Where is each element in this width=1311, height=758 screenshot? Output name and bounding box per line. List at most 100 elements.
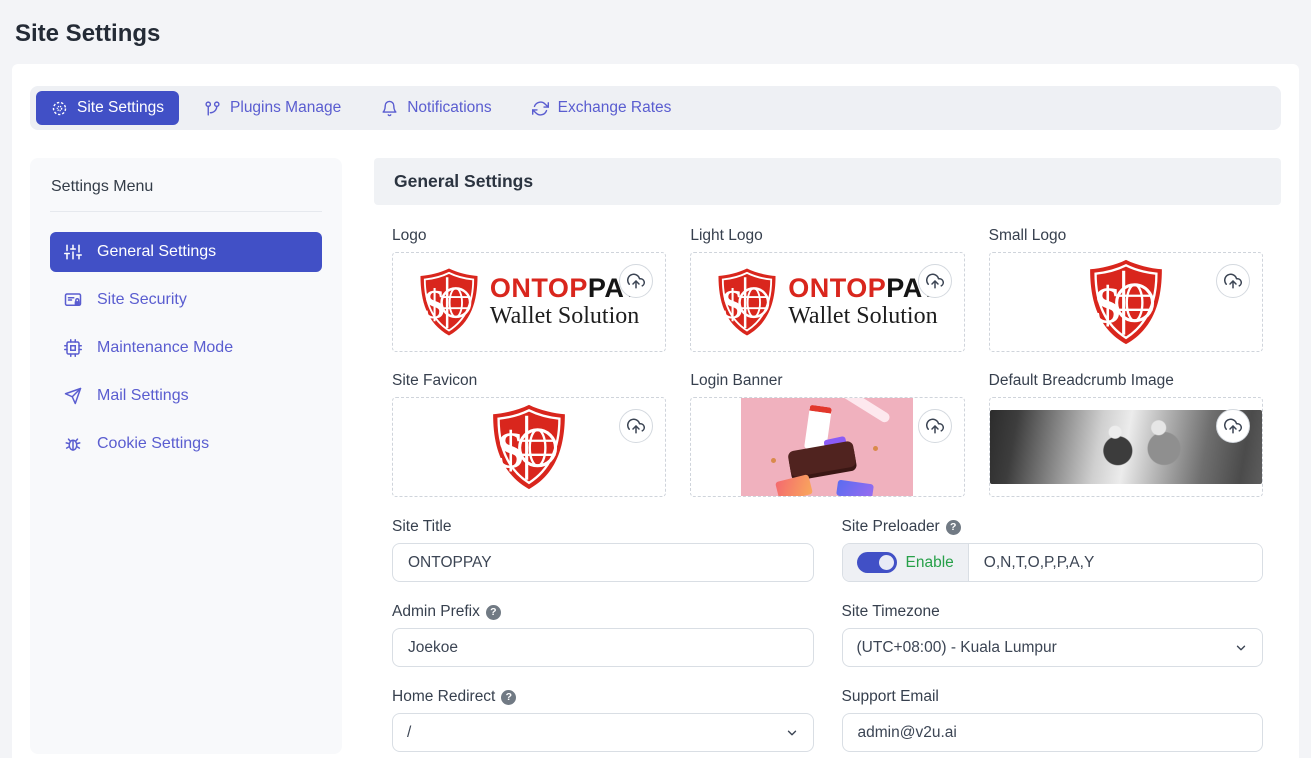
toggle-label: Enable: [906, 554, 954, 572]
sidebar-item-general-settings[interactable]: General Settings: [50, 232, 322, 272]
settings-sidebar: Settings Menu General Settings: [30, 158, 342, 754]
upload-button[interactable]: [619, 409, 653, 443]
logo-image: $ ONTOPPAY Wallet Solution: [418, 266, 641, 338]
tab-site-settings[interactable]: Site Settings: [36, 91, 179, 125]
help-icon: [486, 605, 501, 620]
panel-title: General Settings: [374, 158, 1281, 205]
sidebar-item-label: Site Security: [97, 291, 187, 309]
home-redirect-select[interactable]: /: [392, 713, 814, 752]
sidebar-item-label: Maintenance Mode: [97, 339, 233, 357]
sidebar-item-label: General Settings: [97, 243, 216, 261]
upload-button[interactable]: [1216, 264, 1250, 298]
site-title-input[interactable]: [392, 543, 814, 582]
breadcrumb-upload-dropzone[interactable]: [989, 397, 1263, 497]
upload-cloud-icon: [926, 272, 944, 290]
field-support-email: Support Email: [842, 688, 1264, 752]
upload-field-light-logo: Light Logo: [690, 227, 964, 352]
upload-cloud-icon: [627, 272, 645, 290]
logo-upload-dropzone[interactable]: $ ONTOPPAY Wallet Solution: [392, 252, 666, 352]
git-branch-icon: [204, 100, 221, 117]
field-site-timezone: Site Timezone (UTC+08:00) - Kuala Lumpur: [842, 603, 1264, 667]
support-email-input[interactable]: [842, 713, 1264, 752]
upload-label: Login Banner: [690, 372, 964, 390]
favicon-upload-dropzone[interactable]: $: [392, 397, 666, 497]
upload-field-login-banner: Login Banner: [690, 372, 964, 497]
upload-button[interactable]: [918, 409, 952, 443]
chevron-down-icon: [1234, 641, 1248, 655]
tab-label: Site Settings: [77, 99, 164, 117]
upload-field-small-logo: Small Logo: [989, 227, 1263, 352]
sidebar-item-mail-settings[interactable]: Mail Settings: [50, 376, 322, 416]
field-label: Home Redirect: [392, 688, 495, 706]
sidebar-item-label: Mail Settings: [97, 387, 189, 405]
preloader-text-input[interactable]: [969, 544, 1262, 581]
field-home-redirect: Home Redirect /: [392, 688, 814, 752]
exchange-icon: [532, 100, 549, 117]
field-admin-prefix: Admin Prefix: [392, 603, 814, 667]
tab-notifications[interactable]: Notifications: [366, 91, 506, 125]
page-title: Site Settings: [0, 0, 1311, 64]
selected-option: /: [407, 724, 411, 742]
sidebar-item-maintenance-mode[interactable]: Maintenance Mode: [50, 328, 322, 368]
sidebar-item-site-security[interactable]: Site Security: [50, 280, 322, 320]
field-site-preloader: Site Preloader Enable: [842, 518, 1264, 582]
brand-wordmark: ONTOPPAY: [788, 274, 939, 302]
upload-button[interactable]: [619, 264, 653, 298]
settings-tabbar: Site Settings Plugins Manage Notificatio…: [30, 86, 1281, 130]
upload-cloud-icon: [926, 417, 944, 435]
gear-icon: [51, 100, 68, 117]
small-logo-upload-dropzone[interactable]: $: [989, 252, 1263, 352]
upload-button[interactable]: [1216, 409, 1250, 443]
tab-plugins-manage[interactable]: Plugins Manage: [189, 91, 356, 125]
sidebar-item-label: Cookie Settings: [97, 435, 209, 453]
upload-cloud-icon: [1224, 417, 1242, 435]
login-banner-image: [741, 398, 913, 496]
upload-label: Light Logo: [690, 227, 964, 245]
chevron-down-icon: [785, 726, 799, 740]
brand-tagline: Wallet Solution: [788, 303, 939, 330]
bug-icon: [64, 435, 82, 453]
field-site-title: Site Title: [392, 518, 814, 582]
tab-label: Plugins Manage: [230, 99, 341, 117]
site-preloader-control: Enable: [842, 543, 1264, 582]
upload-label: Logo: [392, 227, 666, 245]
upload-field-logo: Logo: [392, 227, 666, 352]
settings-card: Site Settings Plugins Manage Notificatio…: [12, 64, 1299, 758]
tab-label: Notifications: [407, 99, 491, 117]
secure-card-icon: [64, 291, 82, 309]
light-logo-upload-dropzone[interactable]: $ ONTOPPAY Wallet Solution: [690, 252, 964, 352]
send-icon: [64, 387, 82, 405]
site-timezone-select[interactable]: (UTC+08:00) - Kuala Lumpur: [842, 628, 1264, 667]
upload-button[interactable]: [918, 264, 952, 298]
upload-field-breadcrumb-image: Default Breadcrumb Image: [989, 372, 1263, 497]
upload-label: Site Favicon: [392, 372, 666, 390]
field-label: Site Timezone: [842, 603, 940, 621]
field-label: Site Title: [392, 518, 451, 536]
bell-icon: [381, 100, 398, 117]
preloader-toggle[interactable]: [857, 552, 897, 573]
upload-cloud-icon: [627, 417, 645, 435]
sidebar-item-cookie-settings[interactable]: Cookie Settings: [50, 424, 322, 464]
svg-text:$: $: [498, 422, 524, 479]
tab-label: Exchange Rates: [558, 99, 672, 117]
light-logo-image: $ ONTOPPAY Wallet Solution: [716, 266, 939, 338]
help-icon: [946, 520, 961, 535]
upload-cloud-icon: [1224, 272, 1242, 290]
svg-text:$: $: [722, 282, 742, 327]
upload-label: Default Breadcrumb Image: [989, 372, 1263, 390]
preloader-toggle-group: Enable: [843, 544, 969, 581]
tab-exchange-rates[interactable]: Exchange Rates: [517, 91, 687, 125]
cpu-icon: [64, 339, 82, 357]
help-icon: [501, 690, 516, 705]
admin-prefix-input[interactable]: [392, 628, 814, 667]
svg-text:$: $: [1095, 277, 1121, 334]
field-label: Admin Prefix: [392, 603, 480, 621]
sliders-icon: [64, 243, 82, 261]
brand-tagline: Wallet Solution: [490, 303, 641, 330]
small-logo-image: $: [1087, 258, 1165, 346]
upload-field-site-favicon: Site Favicon: [392, 372, 666, 497]
brand-wordmark: ONTOPPAY: [490, 274, 641, 302]
upload-label: Small Logo: [989, 227, 1263, 245]
sidebar-divider: [50, 211, 322, 212]
login-banner-upload-dropzone[interactable]: [690, 397, 964, 497]
